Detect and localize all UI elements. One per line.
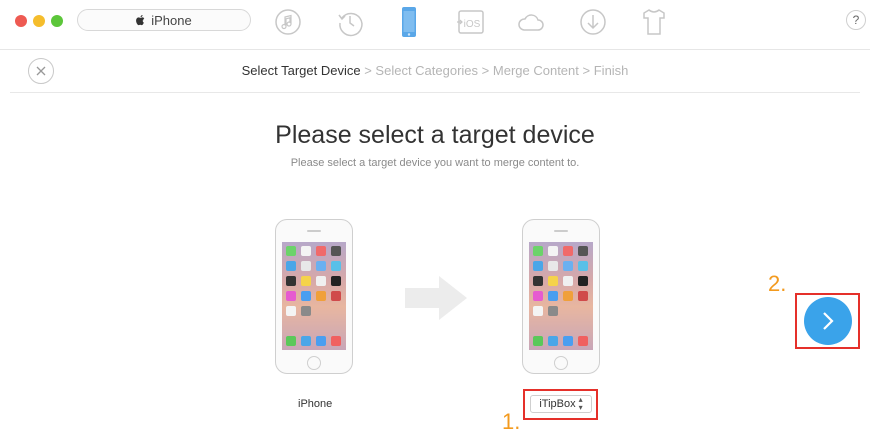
shirt-icon[interactable] bbox=[638, 6, 670, 38]
annotation-step-2: 2. bbox=[768, 271, 787, 296]
source-device-image bbox=[275, 219, 353, 374]
breadcrumb-separator: > bbox=[582, 63, 591, 78]
music-icon[interactable] bbox=[272, 6, 304, 38]
phone-screen bbox=[282, 242, 346, 350]
apple-icon bbox=[136, 15, 145, 26]
device-selector[interactable]: iPhone bbox=[77, 9, 251, 31]
target-device-image bbox=[522, 219, 600, 374]
chevron-right-icon bbox=[823, 312, 834, 330]
download-icon[interactable] bbox=[577, 6, 609, 38]
next-button[interactable] bbox=[804, 297, 852, 345]
source-device-label: iPhone bbox=[298, 398, 333, 410]
help-button[interactable]: ? bbox=[846, 10, 866, 30]
zoom-window-button[interactable] bbox=[51, 15, 63, 27]
phone-speaker bbox=[307, 230, 321, 232]
step-merge-content: Merge Content bbox=[492, 63, 579, 78]
step-select-target-device: Select Target Device bbox=[241, 63, 361, 78]
phone-home-button bbox=[554, 356, 568, 370]
annotation-step-1: 1. bbox=[502, 409, 521, 434]
device-name: iPhone bbox=[151, 12, 192, 28]
minimize-window-button[interactable] bbox=[33, 15, 45, 27]
step-select-categories: Select Categories bbox=[375, 63, 479, 78]
iphone-icon[interactable] bbox=[393, 6, 425, 38]
steps-divider bbox=[10, 92, 860, 93]
close-window-button[interactable] bbox=[15, 15, 27, 27]
phone-home-button bbox=[307, 356, 321, 370]
help-label: ? bbox=[852, 13, 860, 27]
breadcrumb: Select Target Device > Select Categories… bbox=[0, 63, 870, 78]
arrow-right-icon bbox=[405, 276, 467, 320]
highlight-box-target-select bbox=[523, 389, 598, 420]
page-title: Please select a target device bbox=[275, 121, 595, 149]
icloud-icon[interactable] bbox=[515, 6, 547, 38]
step-finish: Finish bbox=[593, 63, 629, 78]
backup-history-icon[interactable] bbox=[334, 6, 366, 38]
breadcrumb-separator: > bbox=[364, 63, 372, 78]
toolbar-divider bbox=[0, 49, 870, 50]
breadcrumb-separator: > bbox=[481, 63, 490, 78]
ios-update-icon[interactable]: iOS bbox=[455, 6, 487, 38]
phone-screen bbox=[529, 242, 593, 350]
svg-text:iOS: iOS bbox=[464, 19, 481, 30]
page-subtitle: Please select a target device you want t… bbox=[290, 157, 580, 169]
phone-speaker bbox=[554, 230, 568, 232]
